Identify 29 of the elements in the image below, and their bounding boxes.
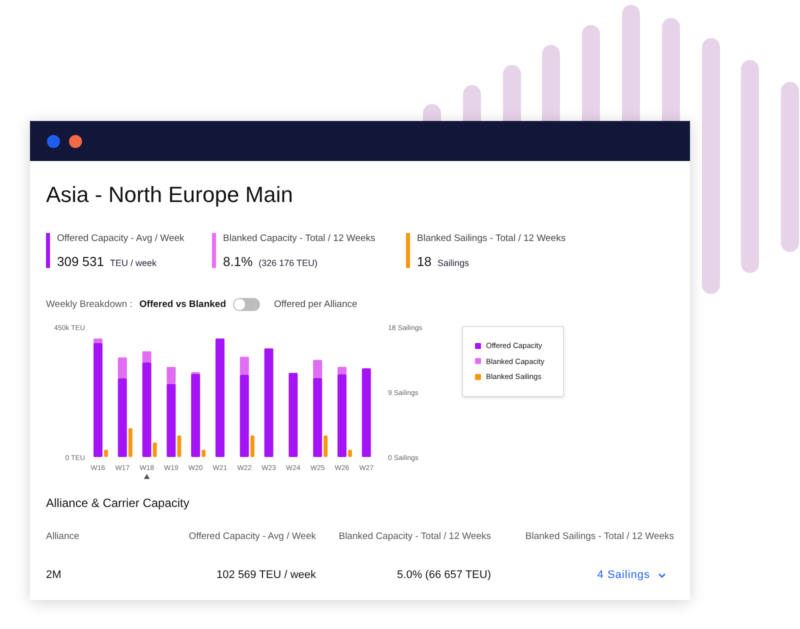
kpi-unit: TEU / week (110, 257, 157, 270)
bar (104, 450, 108, 457)
table-cell-text: 5.0% (66 657 TEU) (396, 568, 491, 583)
sailings-link[interactable]: 4 Sailings (597, 567, 666, 584)
toggle-switch[interactable] (233, 298, 260, 312)
kpi-value: 18 (417, 253, 432, 271)
option-label: Offered vs Blanked (139, 298, 226, 312)
breakdown-label: Weekly Breakdown : (46, 298, 132, 312)
kpi-label: Blanked Capacity - Total / 12 Weeks (223, 233, 376, 245)
column-header: Alliance (46, 530, 80, 544)
table-cell-text: 2M (46, 568, 62, 583)
kpi-value: 309 531 (57, 253, 104, 271)
section-title: Alliance & Carrier Capacity (46, 494, 190, 512)
window-control-icon (69, 134, 82, 148)
column-header: Blanked Sailings - Total / 12 Weeks (524, 530, 674, 544)
kpi-label: Blanked Sailings - Total / 12 Weeks (417, 233, 566, 245)
chevron-icon (658, 572, 666, 578)
kpi-unit: (326 176 TEU) (258, 257, 318, 270)
option-label: Offered per Alliance (274, 298, 358, 312)
page-title: Asia - North Europe Main (46, 181, 294, 209)
marker-icon (144, 474, 150, 479)
window-control-icon (47, 134, 60, 148)
kpi-value: 8.1% (223, 253, 253, 271)
bar (348, 450, 352, 457)
column-header: Offered Capacity - Avg / Week (188, 530, 316, 544)
kpi-unit: Sailings (437, 257, 469, 270)
column-header: Blanked Capacity - Total / 12 Weeks (338, 530, 491, 544)
kpi-label: Offered Capacity - Avg / Week (57, 233, 184, 245)
table-cell-text: 102 569 TEU / week (216, 568, 316, 583)
